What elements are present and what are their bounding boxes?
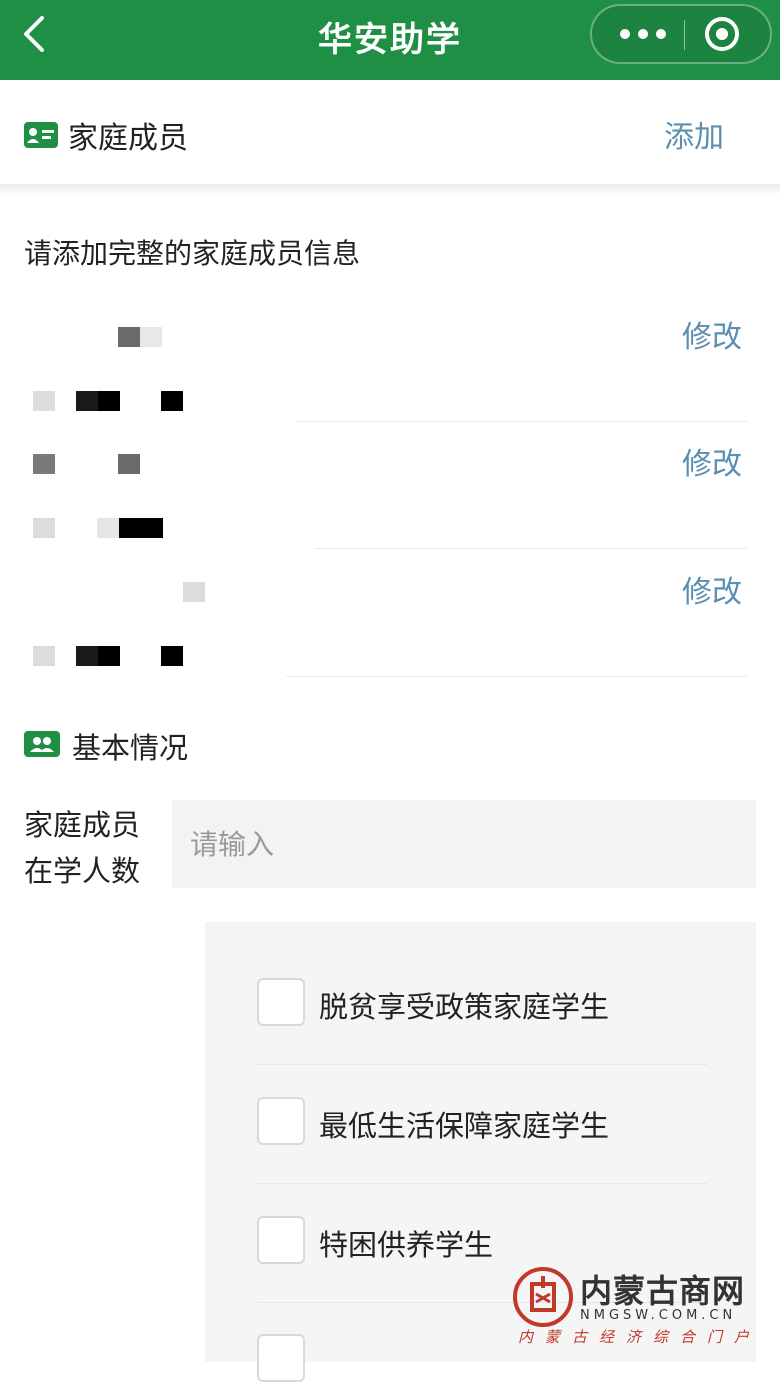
- redacted-block: [140, 327, 162, 347]
- watermark: 内蒙古商网 NMGSW.COM.CN 内蒙古经济综合门户: [508, 1262, 780, 1350]
- redacted-block: [33, 391, 55, 411]
- redacted-block: [76, 646, 98, 666]
- students-count-label-line1: 家庭成员: [24, 808, 141, 842]
- redacted-block: [141, 518, 163, 538]
- redacted-block: [118, 327, 140, 347]
- redacted-block: [76, 391, 98, 411]
- watermark-domain: NMGSW.COM.CN: [580, 1308, 737, 1323]
- option-minimum-living[interactable]: 最低生活保障家庭学生: [257, 1097, 707, 1153]
- redacted-block: [33, 454, 55, 474]
- checkbox[interactable]: [257, 1334, 305, 1382]
- row-divider: [286, 676, 748, 677]
- redacted-block: [33, 646, 55, 666]
- basic-section-title: 基本情况: [72, 731, 189, 765]
- add-member-button[interactable]: 添加: [664, 112, 724, 156]
- id-card-icon: [24, 122, 58, 148]
- people-icon: [24, 731, 60, 757]
- target-circle-icon[interactable]: [704, 16, 740, 52]
- checkbox[interactable]: [257, 1216, 305, 1264]
- row-divider: [315, 548, 748, 549]
- watermark-name: 内蒙古商网: [580, 1272, 746, 1310]
- option-label: 特困供养学生: [319, 1228, 494, 1262]
- option-label: 脱贫享受政策家庭学生: [319, 990, 610, 1024]
- redacted-block: [33, 518, 55, 538]
- redacted-block: [183, 582, 205, 602]
- students-count-input[interactable]: [172, 800, 756, 888]
- option-divider: [257, 1064, 707, 1065]
- family-hint-text: 请添加完整的家庭成员信息: [24, 237, 361, 270]
- option-label: 最低生活保障家庭学生: [319, 1109, 610, 1143]
- edit-member-button[interactable]: 修改: [682, 567, 742, 611]
- redacted-block: [161, 646, 183, 666]
- edit-member-button[interactable]: 修改: [682, 439, 742, 483]
- edit-member-button[interactable]: 修改: [682, 312, 742, 356]
- watermark-slogan: 内蒙古经济综合门户: [518, 1328, 762, 1346]
- redacted-block: [97, 518, 119, 538]
- option-poverty-relief[interactable]: 脱贫享受政策家庭学生: [257, 978, 707, 1034]
- students-count-label: 家庭成员 在学人数: [24, 802, 140, 894]
- redacted-block: [119, 518, 141, 538]
- section-divider: [0, 184, 780, 196]
- checkbox[interactable]: [257, 978, 305, 1026]
- redacted-block: [161, 391, 183, 411]
- more-dots-icon[interactable]: [608, 19, 678, 49]
- redacted-block: [98, 391, 120, 411]
- family-section-title: 家庭成员: [68, 121, 188, 156]
- row-divider: [296, 421, 748, 422]
- redacted-block: [118, 454, 140, 474]
- seal-logo-icon: [513, 1267, 573, 1327]
- option-divider: [257, 1183, 707, 1184]
- capsule-divider: [684, 20, 685, 50]
- family-section-header: 家庭成员 添加: [0, 80, 780, 184]
- checkbox[interactable]: [257, 1097, 305, 1145]
- students-count-label-line2: 在学人数: [24, 854, 141, 888]
- mini-program-capsule: [590, 4, 772, 64]
- redacted-block: [98, 646, 120, 666]
- nav-bar: 华安助学: [0, 0, 780, 80]
